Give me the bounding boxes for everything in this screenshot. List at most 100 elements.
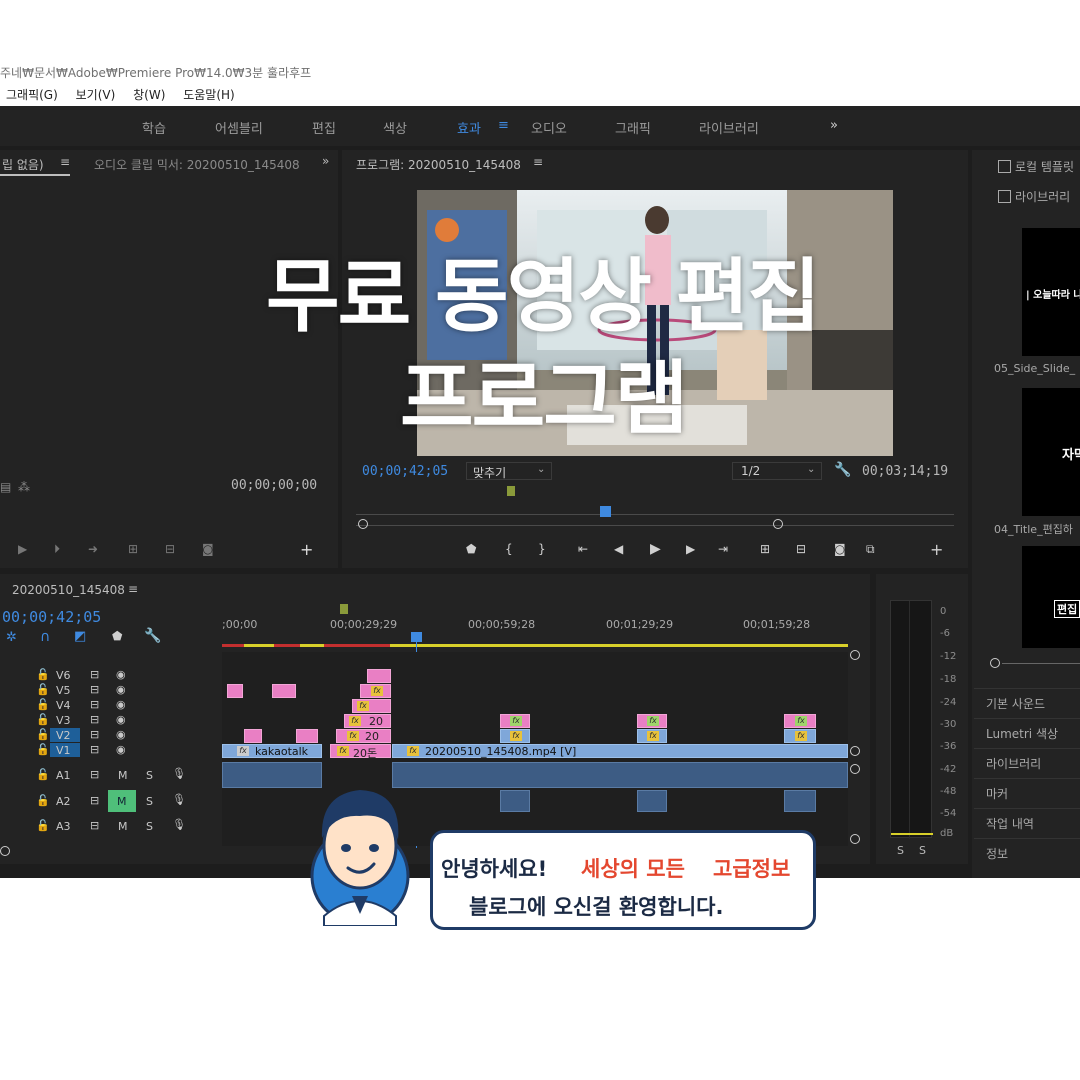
- eye-icon[interactable]: ◉: [116, 683, 126, 696]
- eye-icon[interactable]: ◉: [116, 668, 126, 681]
- toggle-sync-icon[interactable]: ⊟: [90, 794, 99, 807]
- overwrite-icon[interactable]: ⊟: [165, 542, 175, 556]
- extract-icon[interactable]: ⊟: [796, 542, 806, 556]
- vertical-scroll-handle[interactable]: [850, 764, 860, 774]
- lock-icon[interactable]: 🔓: [36, 728, 50, 741]
- timeline-ruler[interactable]: ;00;00 00;00;29;29 00;00;59;28 00;01;29;…: [222, 604, 848, 648]
- eye-icon[interactable]: ◉: [116, 698, 126, 711]
- track-v4[interactable]: V4: [56, 699, 71, 712]
- menu-graphics[interactable]: 그래픽(G): [6, 88, 58, 102]
- workspace-effects[interactable]: 효과: [457, 118, 481, 137]
- toggle-sync-icon[interactable]: ⊟: [90, 743, 99, 756]
- graphic-clip[interactable]: [272, 684, 296, 698]
- solo-button[interactable]: S: [146, 820, 153, 833]
- sequence-menu-icon[interactable]: ≡: [128, 582, 138, 596]
- solo-left-button[interactable]: S: [897, 844, 904, 857]
- workspace-color[interactable]: 색상: [383, 118, 407, 137]
- microphone-icon[interactable]: 🎙: [172, 793, 186, 806]
- menu-window[interactable]: 창(W): [133, 88, 165, 102]
- source-tab[interactable]: 립 없음): [2, 156, 44, 173]
- track-v6[interactable]: V6: [56, 669, 71, 682]
- lock-icon[interactable]: 🔓: [36, 768, 50, 781]
- workspace-libraries[interactable]: 라이브러리: [699, 118, 759, 137]
- audio-clip-a2[interactable]: [500, 790, 530, 812]
- scrubber-start-handle[interactable]: [358, 519, 368, 529]
- microphone-icon[interactable]: 🎙: [172, 767, 186, 780]
- track-a3[interactable]: A3: [56, 820, 71, 833]
- fit-dropdown[interactable]: 맞추기 ⌄: [466, 462, 552, 480]
- timeline-playhead-icon[interactable]: [411, 632, 422, 642]
- graphic-clip[interactable]: fx: [784, 714, 816, 728]
- panel-info[interactable]: 정보: [974, 838, 1080, 867]
- workspace-learning[interactable]: 학습: [142, 118, 166, 137]
- graphic-clip[interactable]: [244, 729, 262, 743]
- track-v5[interactable]: V5: [56, 684, 71, 697]
- panel-history[interactable]: 작업 내역: [974, 808, 1080, 837]
- export-frame-icon[interactable]: ◙: [834, 542, 846, 556]
- workspace-graphics[interactable]: 그래픽: [615, 118, 651, 137]
- scrubber-end-handle[interactable]: [773, 519, 783, 529]
- toggle-sync-icon[interactable]: ⊟: [90, 698, 99, 711]
- add-button-icon[interactable]: +: [300, 540, 313, 559]
- resolution-dropdown[interactable]: 1/2 ⌄: [732, 462, 822, 480]
- add-marker-icon[interactable]: ⬟: [466, 542, 476, 556]
- step-forward-icon[interactable]: ⏵: [54, 542, 60, 557]
- lock-icon[interactable]: 🔓: [36, 713, 50, 726]
- zoom-slider-handle[interactable]: [990, 658, 1000, 668]
- export-frame-icon[interactable]: ◙: [202, 542, 214, 556]
- eye-icon[interactable]: ◉: [116, 743, 126, 756]
- graphic-clip[interactable]: fx 20돈: [330, 744, 391, 760]
- eye-icon[interactable]: ◉: [116, 713, 126, 726]
- toggle-sync-icon[interactable]: ⊟: [90, 728, 99, 741]
- solo-right-button[interactable]: S: [919, 844, 926, 857]
- track-v1[interactable]: V1: [56, 744, 71, 757]
- lock-icon[interactable]: 🔓: [36, 819, 50, 832]
- go-to-out-icon[interactable]: ⇥: [718, 542, 728, 556]
- panel-essential-sound[interactable]: 기본 사운드: [974, 688, 1080, 717]
- audio-clip-a1-main[interactable]: [392, 762, 848, 788]
- graphic-clip[interactable]: fx: [360, 684, 391, 698]
- template-thumb-1[interactable]: | 오늘따라 나: [1022, 228, 1080, 356]
- solo-button[interactable]: S: [146, 769, 153, 782]
- toggle-sync-icon[interactable]: ⊟: [90, 683, 99, 696]
- eye-icon[interactable]: ◉: [116, 728, 126, 741]
- lift-icon[interactable]: ⊞: [760, 542, 770, 556]
- add-marker-icon[interactable]: ⬟: [112, 629, 122, 643]
- template-thumb-3[interactable]: 편집: [1022, 546, 1080, 648]
- settings-icon[interactable]: ▤: [0, 480, 11, 494]
- play-icon[interactable]: ▶: [650, 541, 661, 557]
- source-tab-menu-icon[interactable]: ≡: [60, 155, 70, 169]
- mute-button[interactable]: M: [118, 820, 128, 833]
- go-to-in-icon[interactable]: ⇤: [578, 542, 588, 556]
- workspace-assembly[interactable]: 어셈블리: [215, 118, 263, 137]
- toggle-sync-icon[interactable]: ⊟: [90, 819, 99, 832]
- solo-button[interactable]: S: [146, 795, 153, 808]
- source-timecode[interactable]: 00;00;00;00: [231, 478, 317, 493]
- mark-in-icon[interactable]: {: [505, 542, 513, 556]
- comparison-view-icon[interactable]: ⧉: [866, 542, 875, 557]
- track-v3[interactable]: V3: [56, 714, 71, 727]
- audio-clip-a2[interactable]: [784, 790, 816, 812]
- toggle-sync-icon[interactable]: ⊟: [90, 668, 99, 681]
- video-clip-v2[interactable]: fx: [637, 729, 667, 743]
- insert-icon[interactable]: ⊞: [128, 542, 138, 556]
- graphic-clip[interactable]: [367, 669, 391, 683]
- vertical-scroll-handle[interactable]: [850, 746, 860, 756]
- video-clip-kakaotalk[interactable]: fx kakaotalk: [222, 744, 322, 758]
- program-current-timecode[interactable]: 00;00;42;05: [362, 464, 448, 479]
- panel-libraries[interactable]: 라이브러리: [974, 748, 1080, 777]
- step-forward-icon[interactable]: ▶: [686, 542, 695, 556]
- libraries-checkbox[interactable]: [998, 190, 1011, 203]
- toggle-sync-icon[interactable]: ⊟: [90, 713, 99, 726]
- graphic-clip[interactable]: fx: [500, 714, 530, 728]
- menu-view[interactable]: 보기(V): [76, 88, 116, 102]
- video-clip-v2[interactable]: fx: [500, 729, 530, 743]
- audio-clip-mixer-tab[interactable]: 오디오 클립 믹서: 20200510_145408: [94, 156, 300, 173]
- play-icon[interactable]: ▶: [18, 542, 27, 556]
- lock-icon[interactable]: 🔓: [36, 698, 50, 711]
- graphic-clip[interactable]: [296, 729, 318, 743]
- template-thumb-2[interactable]: 자막: [1022, 388, 1080, 516]
- vertical-scroll-handle[interactable]: [850, 650, 860, 660]
- panel-more-icon[interactable]: »: [322, 154, 329, 168]
- lock-icon[interactable]: 🔓: [36, 683, 50, 696]
